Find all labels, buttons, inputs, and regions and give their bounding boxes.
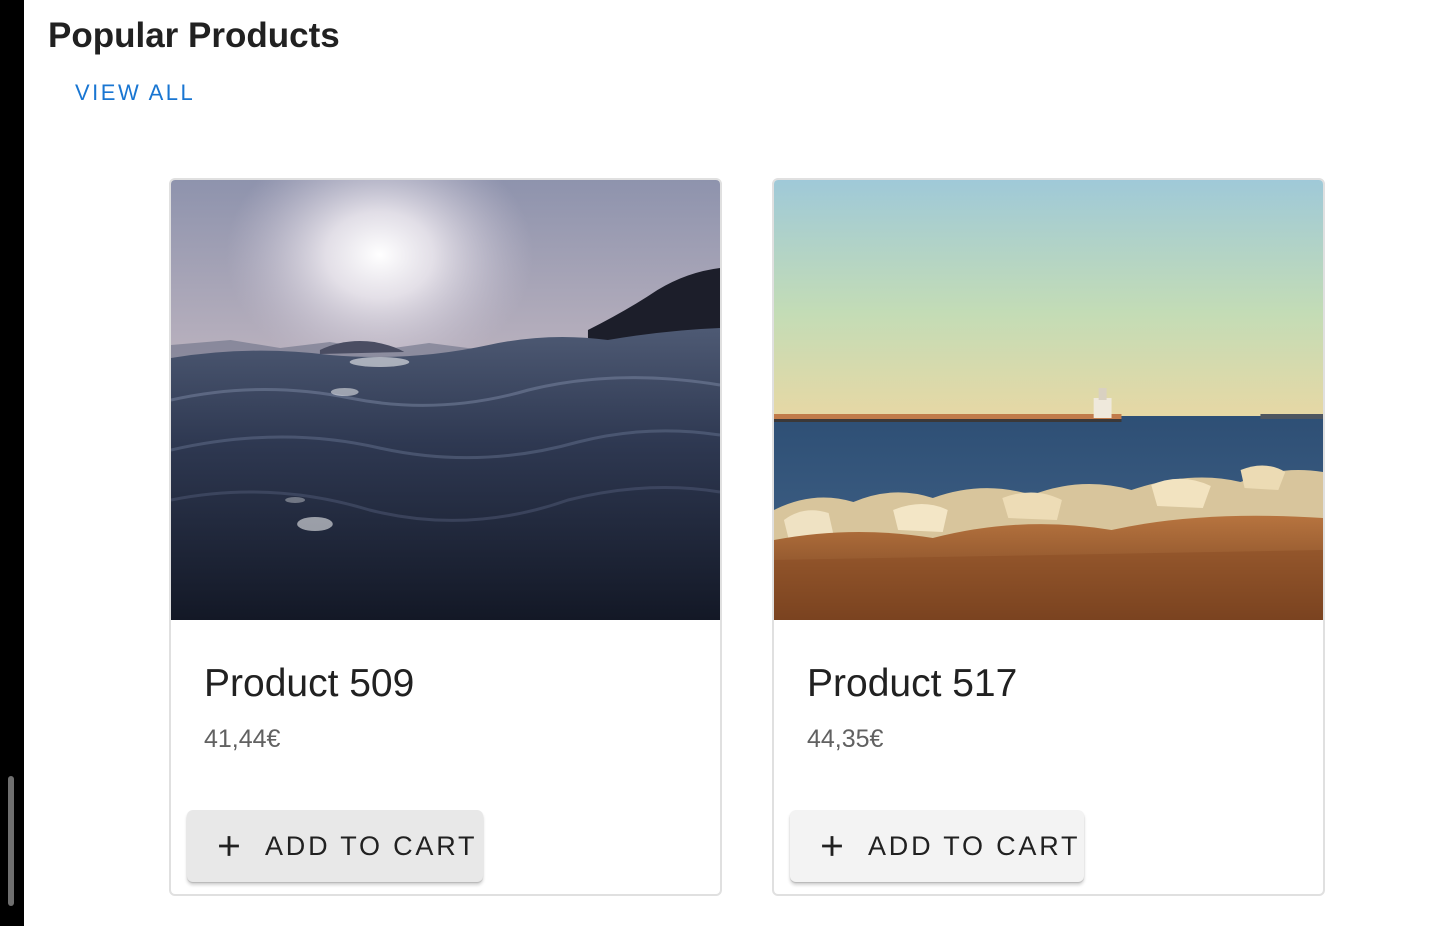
ocean-waves-image — [171, 180, 720, 620]
product-price: 41,44€ — [204, 725, 281, 753]
product-name: Product 517 — [807, 662, 1018, 705]
plus-icon — [219, 836, 239, 856]
product-price: 44,35€ — [807, 725, 884, 753]
add-to-cart-label: ADD TO CART — [868, 830, 1081, 861]
add-to-cart-label: ADD TO CART — [265, 830, 478, 861]
lighthouse-shore-image — [774, 180, 1323, 620]
plus-icon — [822, 836, 842, 856]
product-image[interactable] — [774, 180, 1323, 620]
product-name: Product 509 — [204, 662, 415, 705]
view-all-link[interactable]: VIEW ALL — [75, 80, 195, 106]
add-to-cart-button[interactable]: ADD TO CART — [187, 810, 483, 882]
section-title: Popular Products — [48, 16, 340, 55]
product-card[interactable]: Product 517 44,35€ ADD TO CART — [772, 178, 1325, 896]
left-edge-bar — [0, 0, 24, 926]
product-image[interactable] — [171, 180, 720, 620]
add-to-cart-button[interactable]: ADD TO CART — [790, 810, 1084, 882]
scrollbar-thumb[interactable] — [8, 776, 14, 906]
product-card[interactable]: Product 509 41,44€ ADD TO CART — [169, 178, 722, 896]
